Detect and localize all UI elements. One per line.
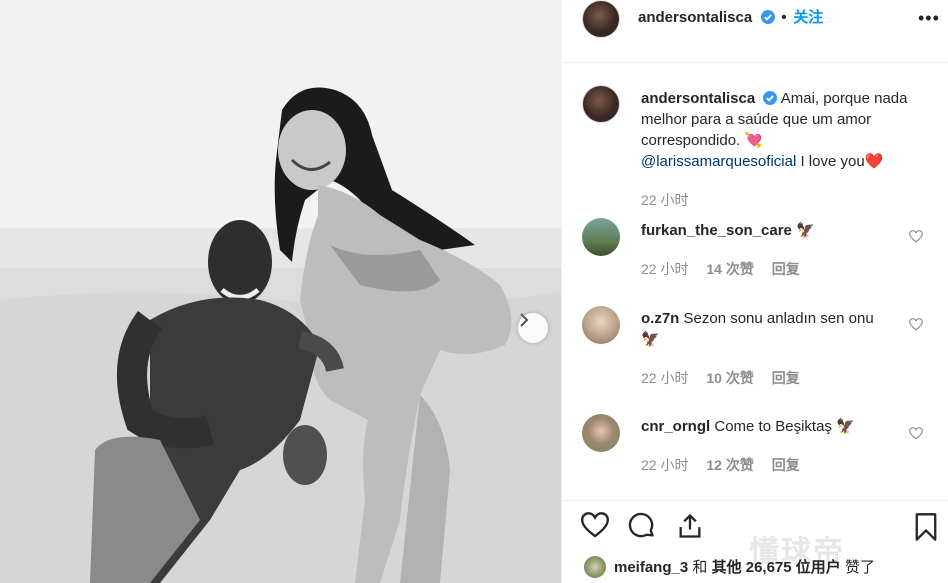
follow-button[interactable]: 关注 [793, 9, 823, 26]
caption-mention[interactable]: @larissamarquesoficial [641, 153, 796, 170]
author-row: andersontalisca • 关注 [638, 6, 823, 27]
comment-username[interactable]: o.z7n [641, 310, 679, 327]
red-heart-emoji: ❤️ [864, 153, 884, 170]
bookmark-icon[interactable] [914, 512, 938, 542]
likes-summary: meifang_3 和 其他 26,675 位用户 赞了 [614, 556, 875, 577]
chevron-right-icon [520, 313, 529, 327]
comment-username[interactable]: furkan_the_son_care [641, 222, 792, 239]
liker-avatar[interactable] [584, 556, 606, 578]
reply-button[interactable]: 回复 [772, 370, 800, 386]
more-options-icon[interactable]: ••• [918, 8, 940, 29]
next-photo-button[interactable] [518, 313, 548, 343]
comment-time[interactable]: 22 小时 [641, 457, 688, 473]
comment-username[interactable]: cnr_orngl [641, 418, 710, 435]
caption: andersontalisca Amai, porque nada melhor… [641, 88, 911, 172]
comment-like-heart-icon[interactable] [909, 318, 923, 331]
actions-divider [562, 500, 948, 501]
comment-icon[interactable] [628, 512, 656, 540]
post-side-panel: andersontalisca • 关注 ••• andersontalisca… [561, 0, 948, 583]
reply-button[interactable]: 回复 [772, 457, 800, 473]
comment-likes[interactable]: 14 次赞 [706, 261, 753, 277]
verified-badge-icon [763, 91, 778, 105]
likes-others[interactable]: 其他 26,675 位用户 [712, 559, 841, 576]
post-header: andersontalisca • 关注 ••• [562, 0, 948, 63]
comment-meta: 22 小时 12 次赞 回复 [641, 455, 814, 475]
comment-meta: 22 小时 10 次赞 回复 [641, 368, 814, 388]
author-username[interactable]: andersontalisca [638, 9, 752, 26]
comment-avatar[interactable] [582, 218, 620, 256]
post-photo[interactable] [0, 0, 561, 583]
likes-liked: 赞了 [844, 559, 875, 576]
caption-username[interactable]: andersontalisca [641, 90, 755, 107]
comment-avatar[interactable] [582, 306, 620, 344]
heart-arrow-emoji: 💘 [744, 132, 764, 149]
comment-like-heart-icon[interactable] [909, 230, 923, 243]
comment-text: Come to Beşiktaş [714, 418, 832, 435]
share-icon[interactable] [676, 512, 704, 540]
comment-like-heart-icon[interactable] [909, 427, 923, 440]
eagle-emoji: 🦅 [836, 418, 855, 435]
comment-meta: 22 小时 14 次赞 回复 [641, 259, 814, 279]
author-avatar[interactable] [582, 0, 620, 38]
comment-time[interactable]: 22 小时 [641, 370, 688, 386]
comment-time[interactable]: 22 小时 [641, 261, 688, 277]
comment-likes[interactable]: 10 次赞 [706, 370, 753, 386]
likes-and: 和 [692, 559, 708, 576]
caption-text-2: I love you [800, 153, 865, 170]
liker-username[interactable]: meifang_3 [614, 559, 688, 576]
header-divider [562, 62, 948, 63]
eagle-emoji: 🦅 [641, 331, 660, 348]
heart-icon[interactable] [581, 512, 609, 538]
comment-item: o.z7n Sezon sonu anladın sen onu 🦅 [641, 308, 911, 350]
header-separator: • [781, 9, 787, 26]
comment-text: Sezon sonu anladın sen onu [683, 310, 874, 327]
caption-time[interactable]: 22 小时 [641, 192, 688, 208]
caption-meta: 22 小时 [641, 190, 702, 210]
comment-avatar[interactable] [582, 414, 620, 452]
photo-illustration [0, 0, 561, 583]
comment-likes[interactable]: 12 次赞 [706, 457, 753, 473]
verified-badge-icon [760, 10, 775, 24]
caption-avatar[interactable] [582, 85, 620, 123]
reply-button[interactable]: 回复 [772, 261, 800, 277]
comment-item: cnr_orngl Come to Beşiktaş 🦅 [641, 416, 911, 437]
comment-item: furkan_the_son_care 🦅 [641, 220, 911, 241]
eagle-emoji: 🦅 [796, 222, 815, 239]
